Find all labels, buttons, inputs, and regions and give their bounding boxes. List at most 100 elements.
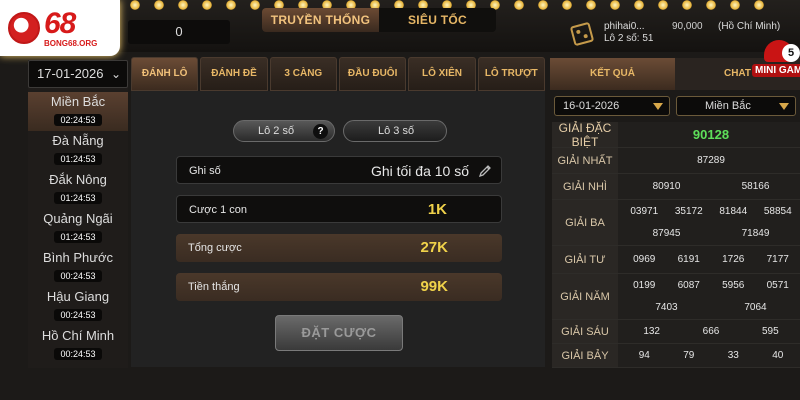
logo-number: 68 <box>44 6 76 40</box>
province-countdown: 00:24:53 <box>54 348 102 360</box>
winnings-value: 99K <box>420 278 448 295</box>
results-table: GIẢI ĐẶC BIỆT 90128 GIẢI NHẤT 87289 GIẢI… <box>552 121 800 368</box>
mode-tabs: TRUYỀN THỐNG SIÊU TỐC <box>262 8 496 32</box>
prize-values: 87289 <box>622 148 800 173</box>
result-row-first: GIẢI NHẤT 87289 <box>552 148 800 174</box>
winnings-row: Tiền thắng 99K <box>176 273 502 301</box>
prize-values: 94 79 33 40 <box>622 344 800 367</box>
tab-danh-lo[interactable]: ĐÁNH LÔ <box>131 57 199 91</box>
prize-number: 0199 <box>633 279 656 291</box>
prize-number: 7177 <box>766 254 789 265</box>
subtab-label: Lô 3 số <box>378 125 415 137</box>
prize-number: 81844 <box>719 205 748 217</box>
lo-count: Lô 2 số: 51 <box>604 33 654 44</box>
prize-number: 6191 <box>677 254 700 265</box>
prize-number: 58166 <box>741 181 770 192</box>
number-entry-placeholder: Ghi tối đa 10 số <box>370 163 469 179</box>
results-date-value: 16-01-2026 <box>563 100 620 112</box>
province-name: Bình Phước <box>43 250 113 265</box>
field-label: Cược 1 con <box>189 204 247 216</box>
province-item[interactable]: Hậu Giang 00:24:53 <box>28 287 128 326</box>
field-label: Tiền thắng <box>188 281 240 293</box>
prize-label: GIẢI ĐẶC BIỆT <box>552 121 618 149</box>
place-bet-button[interactable]: ĐẶT CƯỢC <box>275 315 403 351</box>
triangle-down-icon <box>779 103 789 110</box>
tab-traditional[interactable]: TRUYỀN THỐNG <box>262 8 379 32</box>
province-item[interactable]: Miền Bắc 02:24:53 <box>28 92 128 131</box>
number-entry-field[interactable]: Ghi số Ghi tối đa 10 số <box>176 156 502 184</box>
prize-label: GIẢI NHẤT <box>552 148 618 173</box>
province-item[interactable]: Hồ Chí Minh 00:24:53 <box>28 326 128 365</box>
prize-number: 666 <box>702 326 720 337</box>
bet-per-number-field[interactable]: Cược 1 con 1K <box>176 195 502 223</box>
user-money: 90,000 <box>672 21 703 32</box>
tab-super-fast[interactable]: SIÊU TỐC <box>379 8 496 32</box>
prize-label: GIẢI TƯ <box>552 246 618 273</box>
prize-label: GIẢI NĂM <box>552 274 618 319</box>
prize-number: 6087 <box>677 279 700 291</box>
tab-lo-xien[interactable]: LÔ XIÊN <box>408 57 476 91</box>
prize-values: 0969 6191 1726 7177 <box>622 246 800 273</box>
province-name: Đà Nẵng <box>52 133 104 148</box>
prize-number: 7064 <box>744 302 767 314</box>
tab-dau-duoi[interactable]: ĐẦU ĐUÔI <box>338 57 407 91</box>
result-row-third: GIẢI BA 03971 35172 81844 58854 87945 71… <box>552 200 800 246</box>
province-countdown: 01:24:53 <box>54 231 102 243</box>
date-select[interactable]: 17-01-2026 ⌄ <box>28 60 128 88</box>
results-region-select[interactable]: Miền Bắc <box>676 96 796 116</box>
prize-number: 79 <box>683 350 695 361</box>
subtab-lo-3-so[interactable]: Lô 3 số <box>343 120 447 142</box>
tab-danh-de[interactable]: ĐÁNH ĐỀ <box>200 57 268 91</box>
tab-lo-truot[interactable]: LÔ TRƯỢT <box>477 57 545 91</box>
prize-number: 87289 <box>697 155 725 166</box>
results-region-value: Miền Bắc <box>705 100 751 112</box>
prize-number: 132 <box>643 326 660 337</box>
province-item[interactable]: Quảng Ngãi 01:24:53 <box>28 209 128 248</box>
prize-number: 94 <box>638 350 650 361</box>
result-row-sixth: GIẢI SÁU 132 666 595 <box>552 320 800 344</box>
lo-subtabs: Lô 2 số ? Lô 3 số <box>233 120 447 142</box>
site-logo[interactable]: 68 BONG68.ORG <box>0 0 120 56</box>
province-countdown: 01:24:53 <box>54 192 102 204</box>
total-bet-row: Tổng cược 27K <box>176 234 502 262</box>
mini-game-button[interactable]: 5 MINI GAME <box>752 40 800 96</box>
province-name: Miền Bắc <box>50 94 106 109</box>
bet-panel: Lô 2 số ? Lô 3 số Ghi số Ghi tối đa 10 s… <box>131 91 545 367</box>
province-name: Hồ Chí Minh <box>41 328 115 343</box>
bet-per-number-value: 1K <box>427 201 447 218</box>
subtab-lo-2-so[interactable]: Lô 2 số ? <box>233 120 335 142</box>
prize-values: 90128 <box>622 122 800 147</box>
prize-number: 80910 <box>652 181 681 192</box>
field-label: Ghi số <box>189 165 221 177</box>
prize-number: 35172 <box>674 205 703 217</box>
tab-results[interactable]: KẾT QUẢ <box>550 58 675 90</box>
results-date-select[interactable]: 16-01-2026 <box>554 96 670 116</box>
dice-icon <box>569 21 595 47</box>
pencil-icon[interactable] <box>477 163 493 179</box>
app-window: 68 BONG68.ORG 0 TRUYỀN THỐNG SIÊU TỐC ph… <box>0 0 800 400</box>
results-filters: 16-01-2026 Miền Bắc <box>550 94 800 118</box>
prize-values: 132 666 595 <box>622 320 800 343</box>
province-name: Đắk Nông <box>49 172 107 187</box>
province-item[interactable]: Đắk Nông 01:24:53 <box>28 170 128 209</box>
prize-values: 03971 35172 81844 58854 87945 71849 <box>622 200 800 245</box>
mini-game-badge: 5 <box>782 44 800 62</box>
result-row-seventh: GIẢI BẢY 94 79 33 40 <box>552 344 800 368</box>
province-sidebar: 17-01-2026 ⌄ Miền Bắc 02:24:53 Đà Nẵng 0… <box>28 60 128 368</box>
tab-3-cang[interactable]: 3 CÀNG <box>269 57 337 91</box>
province-item[interactable]: Đà Nẵng 01:24:53 <box>28 131 128 170</box>
mini-game-label: MINI GAME <box>752 64 800 77</box>
prize-number: 87945 <box>652 228 681 240</box>
user-city: (Hồ Chí Minh) <box>718 21 781 32</box>
date-select-value: 17-01-2026 <box>37 66 104 81</box>
total-bet-value: 27K <box>420 239 448 256</box>
prize-number: 5956 <box>722 279 745 291</box>
help-icon[interactable]: ? <box>313 124 328 139</box>
province-countdown: 02:24:53 <box>54 114 102 126</box>
prize-values: 80910 58166 <box>622 174 800 199</box>
province-item[interactable]: Bình Phước 00:24:53 <box>28 248 128 287</box>
prize-number: 1726 <box>722 254 745 265</box>
chevron-down-icon: ⌄ <box>110 67 121 81</box>
logo-site: BONG68.ORG <box>44 38 98 48</box>
prize-number: 03971 <box>630 205 659 217</box>
